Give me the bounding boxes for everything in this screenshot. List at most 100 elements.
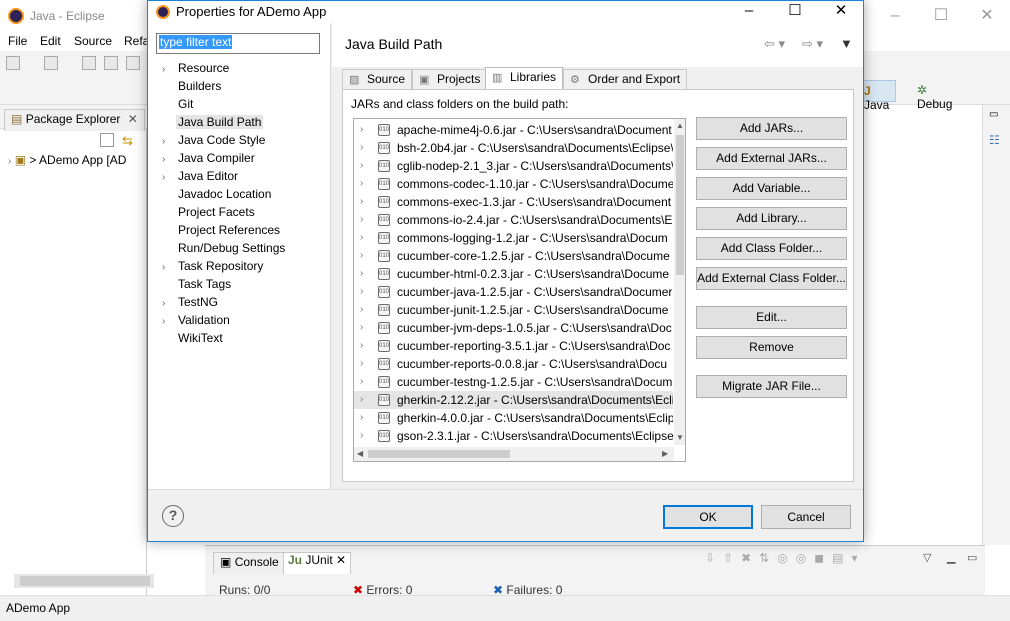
remove-button[interactable]: Remove bbox=[696, 336, 847, 359]
package-explorer-tab[interactable]: ▤ Package Explorer ✕ bbox=[4, 109, 145, 131]
expand-arrow-icon[interactable]: › bbox=[360, 121, 363, 139]
filter-input[interactable]: type filter text bbox=[156, 33, 320, 54]
jar-list-vscroll[interactable]: ▲ ▼ bbox=[674, 119, 685, 445]
jar-list-item[interactable]: › 010 gherkin-4.0.0.jar - C:\Users\sandra\… bbox=[354, 409, 673, 427]
tab-console[interactable]: ▣ Console bbox=[213, 552, 286, 574]
save-icon[interactable] bbox=[82, 56, 96, 70]
link-with-editor-icon[interactable]: ⇆ bbox=[122, 133, 133, 149]
tab-libraries[interactable]: ▥ Libraries bbox=[485, 67, 564, 91]
menu-file[interactable]: File bbox=[8, 34, 27, 48]
expand-arrow-icon[interactable]: › bbox=[360, 409, 363, 427]
minimize-view-icon[interactable]: ▁ bbox=[947, 551, 955, 564]
eclipse-maximize-button[interactable]: ☐ bbox=[918, 0, 964, 31]
nav-item[interactable]: Javadoc Location bbox=[162, 185, 271, 203]
jar-list-item[interactable]: › 010 cucumber-reports-0.0.8.jar - C:\User… bbox=[354, 355, 673, 373]
print-icon[interactable] bbox=[126, 56, 140, 70]
scroll-down-icon[interactable]: ▼ bbox=[676, 433, 684, 442]
nav-item[interactable]: Run/Debug Settings bbox=[162, 239, 285, 257]
project-tree-item[interactable]: › ▣ > ADemo App [AD bbox=[8, 153, 126, 167]
help-icon[interactable]: ? bbox=[162, 505, 184, 527]
nav-item[interactable]: › Java Editor bbox=[162, 167, 238, 185]
nav-item[interactable]: Java Build Path bbox=[162, 113, 264, 131]
package-explorer-hscroll-thumb[interactable] bbox=[20, 576, 150, 586]
dialog-maximize-button[interactable]: ☐ bbox=[772, 1, 818, 23]
scroll-right-icon[interactable]: ▶ bbox=[662, 449, 668, 458]
jar-list-item[interactable]: › 010 cucumber-junit-1.2.5.jar - C:\Users\… bbox=[354, 301, 673, 319]
junit-toolbar-icons[interactable]: ⇩⇧✖⇅◎◎◼▤▾ bbox=[705, 551, 865, 565]
expand-arrow-icon[interactable]: › bbox=[360, 265, 363, 283]
eclipse-minimize-button[interactable]: – bbox=[872, 0, 918, 31]
menu-source[interactable]: Source bbox=[74, 34, 112, 48]
add-external-class-folder-button[interactable]: Add External Class Folder... bbox=[696, 267, 847, 290]
nav-item[interactable]: WikiText bbox=[162, 329, 223, 347]
nav-item[interactable]: › Java Code Style bbox=[162, 131, 265, 149]
ok-button[interactable]: OK bbox=[663, 505, 753, 529]
expand-arrow-icon[interactable]: › bbox=[360, 175, 363, 193]
expand-arrow-icon[interactable]: › bbox=[360, 283, 363, 301]
expand-arrow-icon[interactable]: › bbox=[360, 247, 363, 265]
jar-list-item[interactable]: › 010 apache-mime4j-0.6.jar - C:\Users\san… bbox=[354, 121, 673, 139]
nav-item[interactable]: › Java Compiler bbox=[162, 149, 255, 167]
expand-arrow-icon[interactable]: › bbox=[360, 211, 363, 229]
jar-list-item[interactable]: › 010 gherkin-2.12.2.jar - C:\Users\sandra… bbox=[354, 391, 673, 409]
jar-list-item[interactable]: › 010 commons-codec-1.10.jar - C:\Users\sa… bbox=[354, 175, 673, 193]
add-jars-button[interactable]: Add JARs... bbox=[696, 117, 847, 140]
tab-projects[interactable]: ▣ Projects bbox=[412, 69, 488, 91]
nav-item[interactable]: › Validation bbox=[162, 311, 230, 329]
view-menu-chevron-icon[interactable]: ▼ bbox=[840, 36, 853, 51]
jar-list-item[interactable]: › 010 cucumber-testng-1.2.5.jar - C:\Users… bbox=[354, 373, 673, 391]
jar-list-item[interactable]: › 010 cucumber-java-1.2.5.jar - C:\Users\s… bbox=[354, 283, 673, 301]
nav-item[interactable]: Project Facets bbox=[162, 203, 255, 221]
jar-list-item[interactable]: › 010 cucumber-core-1.2.5.jar - C:\Users\s… bbox=[354, 247, 673, 265]
add-class-folder-button[interactable]: Add Class Folder... bbox=[696, 237, 847, 260]
scroll-left-icon[interactable]: ◀ bbox=[357, 449, 363, 458]
expand-arrow-icon[interactable]: › bbox=[360, 373, 363, 391]
restore-icon[interactable]: ▭ bbox=[989, 109, 998, 120]
maximize-view-icon[interactable]: ▭ bbox=[967, 551, 977, 564]
expand-arrow-icon[interactable]: › bbox=[360, 427, 363, 445]
jar-list-item[interactable]: › 010 bsh-2.0b4.jar - C:\Users\sandra\Docu… bbox=[354, 139, 673, 157]
new-package-icon[interactable] bbox=[44, 56, 58, 70]
expand-arrow-icon[interactable]: › bbox=[360, 229, 363, 247]
expand-arrow-icon[interactable]: › bbox=[360, 139, 363, 157]
jar-list-item[interactable]: › 010 cucumber-jvm-deps-1.0.5.jar - C:\Use… bbox=[354, 319, 673, 337]
save-all-icon[interactable] bbox=[104, 56, 118, 70]
jar-list-item[interactable]: › 010 cucumber-reporting-3.5.1.jar - C:\Us… bbox=[354, 337, 673, 355]
eclipse-close-button[interactable]: ✕ bbox=[964, 0, 1010, 31]
nav-item[interactable]: Project References bbox=[162, 221, 280, 239]
dialog-close-button[interactable]: ✕ bbox=[818, 1, 864, 23]
forward-arrow-icon[interactable]: ⇨ ▾ bbox=[802, 36, 823, 52]
close-view-icon[interactable]: ✕ bbox=[336, 553, 346, 567]
nav-item[interactable]: Task Tags bbox=[162, 275, 231, 293]
add-library-button[interactable]: Add Library... bbox=[696, 207, 847, 230]
expand-arrow-icon[interactable]: › bbox=[360, 391, 363, 409]
expand-arrow-icon[interactable]: › bbox=[360, 301, 363, 319]
jar-list[interactable]: › 010 apache-mime4j-0.6.jar - C:\Users\san… bbox=[353, 118, 686, 462]
tab-source[interactable]: ▨ Source bbox=[342, 69, 413, 91]
outline-view-icon[interactable]: ☷ bbox=[989, 133, 1000, 147]
add-variable-button[interactable]: Add Variable... bbox=[696, 177, 847, 200]
nav-item[interactable]: › Task Repository bbox=[162, 257, 263, 275]
expand-arrow-icon[interactable]: › bbox=[360, 157, 363, 175]
view-menu-icon[interactable]: ▽ bbox=[923, 551, 931, 564]
jar-list-item[interactable]: › 010 cucumber-html-0.2.3.jar - C:\Users\s… bbox=[354, 265, 673, 283]
nav-item[interactable]: Builders bbox=[162, 77, 221, 95]
new-icon[interactable] bbox=[6, 56, 20, 70]
add-external-jars-button[interactable]: Add External JARs... bbox=[696, 147, 847, 170]
close-view-icon[interactable]: ✕ bbox=[128, 112, 138, 126]
expand-arrow-icon[interactable]: › bbox=[360, 337, 363, 355]
dialog-minimize-button[interactable]: – bbox=[726, 1, 772, 23]
tab-junit[interactable]: Ju JUnit ✕ bbox=[283, 552, 352, 574]
expand-arrow-icon[interactable]: › bbox=[360, 355, 363, 373]
collapse-all-icon[interactable] bbox=[100, 133, 114, 147]
cancel-button[interactable]: Cancel bbox=[761, 505, 851, 529]
nav-item[interactable]: › Resource bbox=[162, 59, 229, 77]
jar-list-hscroll-thumb[interactable] bbox=[368, 450, 510, 458]
migrate-jar-button[interactable]: Migrate JAR File... bbox=[696, 375, 847, 398]
perspective-debug[interactable]: ✲ Debug bbox=[911, 80, 958, 111]
menu-edit[interactable]: Edit bbox=[40, 34, 61, 48]
back-arrow-icon[interactable]: ⇦ ▾ bbox=[764, 36, 785, 52]
jar-list-hscroll[interactable]: ◀ ▶ bbox=[354, 447, 674, 461]
expand-arrow-icon[interactable]: › bbox=[360, 193, 363, 211]
tab-order-export[interactable]: ⚙ Order and Export bbox=[563, 69, 688, 91]
